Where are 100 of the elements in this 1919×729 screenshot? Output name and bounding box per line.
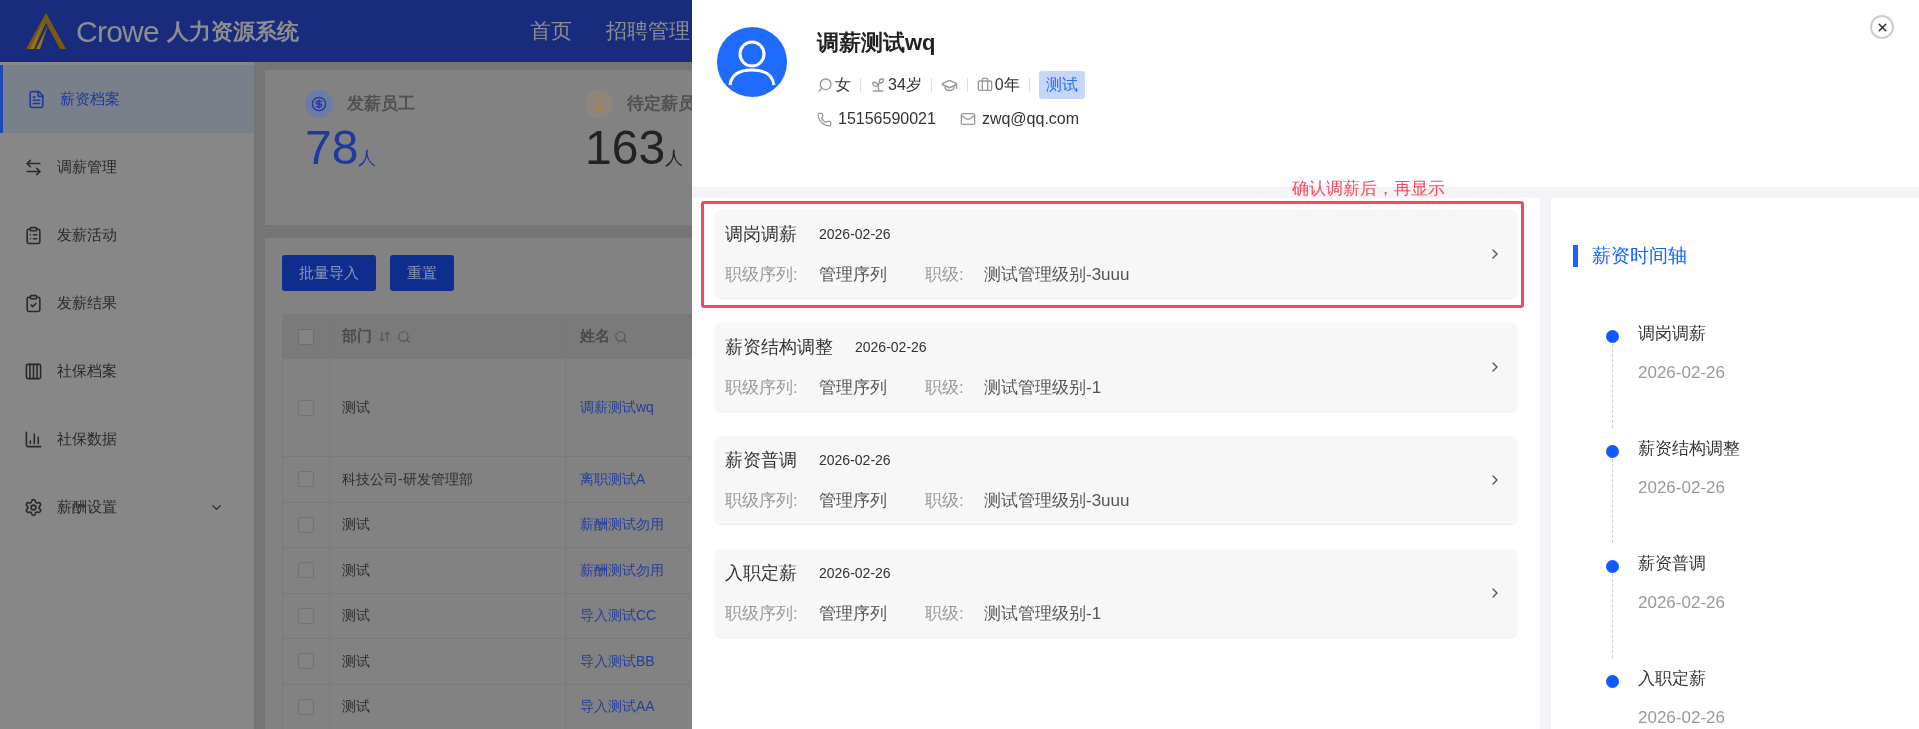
name-link[interactable]: 导入测试CC — [580, 605, 657, 627]
nav-link[interactable]: 首页 — [530, 15, 572, 47]
name-link[interactable]: 导入测试AA — [580, 696, 655, 718]
record-title: 薪资结构调整 — [725, 335, 833, 359]
record-title: 调岗调薪 — [725, 222, 797, 246]
mail-icon — [959, 111, 976, 127]
avatar-icon — [717, 27, 787, 97]
name-link[interactable]: 薪酬测试勿用 — [580, 559, 664, 581]
clipboard-check-icon — [24, 293, 43, 313]
record-date: 2026-02-26 — [819, 563, 891, 583]
timeline-event: 薪资普调 — [1638, 552, 1707, 575]
table-cell-text: 测试 — [342, 606, 370, 626]
field-value: 管理序列 — [819, 602, 888, 625]
gender-text: 女 — [835, 75, 851, 95]
field-value: 测试管理级别-1 — [984, 602, 1102, 625]
title-bar-icon — [1573, 245, 1578, 268]
field-value: 管理序列 — [819, 263, 888, 286]
settings-icon — [24, 497, 43, 517]
field-value: 测试管理级别-3uuu — [984, 263, 1130, 286]
field-label: 职级: — [925, 376, 965, 399]
search-icon[interactable] — [614, 329, 628, 344]
timeline-date: 2026-02-26 — [1638, 361, 1725, 384]
sidebar-item[interactable]: 发薪活动 — [0, 201, 254, 269]
sidebar-item[interactable]: 社保档案 — [0, 337, 254, 405]
stat-unit: 人 — [665, 148, 684, 170]
table-cell-text: 科技公司-研发管理部 — [342, 469, 473, 489]
stat-unit: 人 — [358, 148, 377, 170]
logo-icon — [24, 11, 68, 51]
sort-icon[interactable] — [378, 330, 391, 343]
close-button[interactable] — [1870, 15, 1894, 39]
table-cell-text: 测试 — [342, 398, 370, 417]
briefcase-icon — [976, 77, 993, 93]
timeline-event: 入职定薪 — [1638, 667, 1707, 690]
record-date: 2026-02-26 — [819, 224, 891, 244]
name-link[interactable]: 离职测试A — [580, 468, 646, 490]
email-text: zwq@qq.com — [981, 109, 1080, 129]
age-text: 34岁 — [888, 75, 922, 95]
search-icon[interactable] — [397, 329, 411, 344]
field-value: 管理序列 — [819, 376, 888, 399]
sidebar-item[interactable]: 薪资档案 — [0, 65, 254, 133]
employee-name: 调薪测试wq — [817, 29, 937, 57]
bar-chart-icon — [24, 429, 43, 449]
toolbar-button[interactable]: 批量导入 — [282, 255, 376, 291]
record-card[interactable]: 入职定薪 2026-02-26 职级序列: 管理序列 职级: 测试管理级别-1 — [715, 549, 1517, 637]
field-value: 测试管理级别-3uuu — [984, 489, 1130, 512]
timeline-date: 2026-02-26 — [1638, 706, 1725, 729]
stat-value: 78 — [305, 124, 359, 172]
field-label: 职级: — [925, 602, 965, 625]
timeline-date: 2026-02-26 — [1638, 476, 1726, 499]
sidebar-label: 发薪结果 — [57, 292, 117, 313]
toolbar-button[interactable]: 重置 — [390, 255, 454, 291]
document-icon — [27, 89, 46, 109]
sidebar-item[interactable]: 社保数据 — [0, 405, 254, 473]
timeline-date: 2026-02-26 — [1638, 591, 1725, 614]
close-icon — [1875, 20, 1889, 34]
hourglass-icon — [585, 90, 613, 118]
sidebar-label: 社保档案 — [57, 360, 117, 381]
field-label: 职级序列: — [725, 263, 799, 286]
field-label: 职级: — [925, 263, 965, 286]
record-title: 薪资普调 — [725, 448, 797, 472]
sidebar-item[interactable]: 发薪结果 — [0, 269, 254, 337]
phone-icon — [817, 111, 832, 127]
magnifier-icon — [817, 77, 833, 93]
money-bag-icon — [305, 90, 333, 118]
columns-icon — [24, 361, 43, 381]
field-value: 测试管理级别-1 — [984, 376, 1102, 399]
name-link[interactable]: 薪酬测试勿用 — [580, 514, 664, 536]
sidebar-label: 发薪活动 — [57, 224, 117, 245]
annotation-note: 确认调薪后，再显示 — [1292, 178, 1445, 200]
table-cell-text: 测试 — [342, 515, 370, 535]
years-text: 0年 — [994, 75, 1020, 95]
name-link[interactable]: 导入测试BB — [580, 650, 655, 672]
sidebar-item[interactable]: 薪酬设置 — [0, 473, 254, 541]
record-card[interactable]: 薪资结构调整 2026-02-26 职级序列: 管理序列 职级: 测试管理级别-1 — [715, 323, 1517, 411]
table-cell-text: 测试 — [342, 560, 370, 580]
record-date: 2026-02-26 — [855, 337, 927, 357]
timeline-event: 薪资结构调整 — [1638, 437, 1740, 460]
sidebar-label: 调薪管理 — [57, 156, 117, 177]
nav-link[interactable]: 招聘管理 — [606, 15, 690, 47]
phone-text: 15156590021 — [838, 109, 936, 129]
timeline-title: 薪资时间轴 — [1592, 244, 1687, 268]
timeline-event: 调岗调薪 — [1638, 322, 1707, 345]
clipboard-icon — [24, 225, 43, 245]
sprout-icon — [870, 77, 886, 93]
field-label: 职级序列: — [725, 489, 799, 512]
stat-value: 163 — [585, 124, 666, 172]
field-label: 职级: — [925, 489, 965, 512]
sidebar-label: 薪酬设置 — [57, 496, 117, 517]
sidebar-label: 社保数据 — [57, 428, 117, 449]
exchange-icon — [24, 157, 43, 177]
record-title: 入职定薪 — [725, 561, 797, 585]
sidebar-item[interactable]: 调薪管理 — [0, 133, 254, 201]
record-date: 2026-02-26 — [819, 450, 891, 470]
system-name: 人力资源系统 — [166, 17, 299, 46]
field-label: 职级序列: — [725, 376, 799, 399]
record-card[interactable]: 调岗调薪 2026-02-26 职级序列: 管理序列 职级: 测试管理级别-3uuu — [715, 210, 1517, 298]
table-cell-text: 测试 — [342, 651, 370, 671]
department-tag: 测试 — [1038, 71, 1085, 99]
record-card[interactable]: 薪资普调 2026-02-26 职级序列: 管理序列 职级: 测试管理级别-3uuu — [715, 436, 1517, 524]
name-link[interactable]: 调薪测试wq — [580, 397, 654, 418]
